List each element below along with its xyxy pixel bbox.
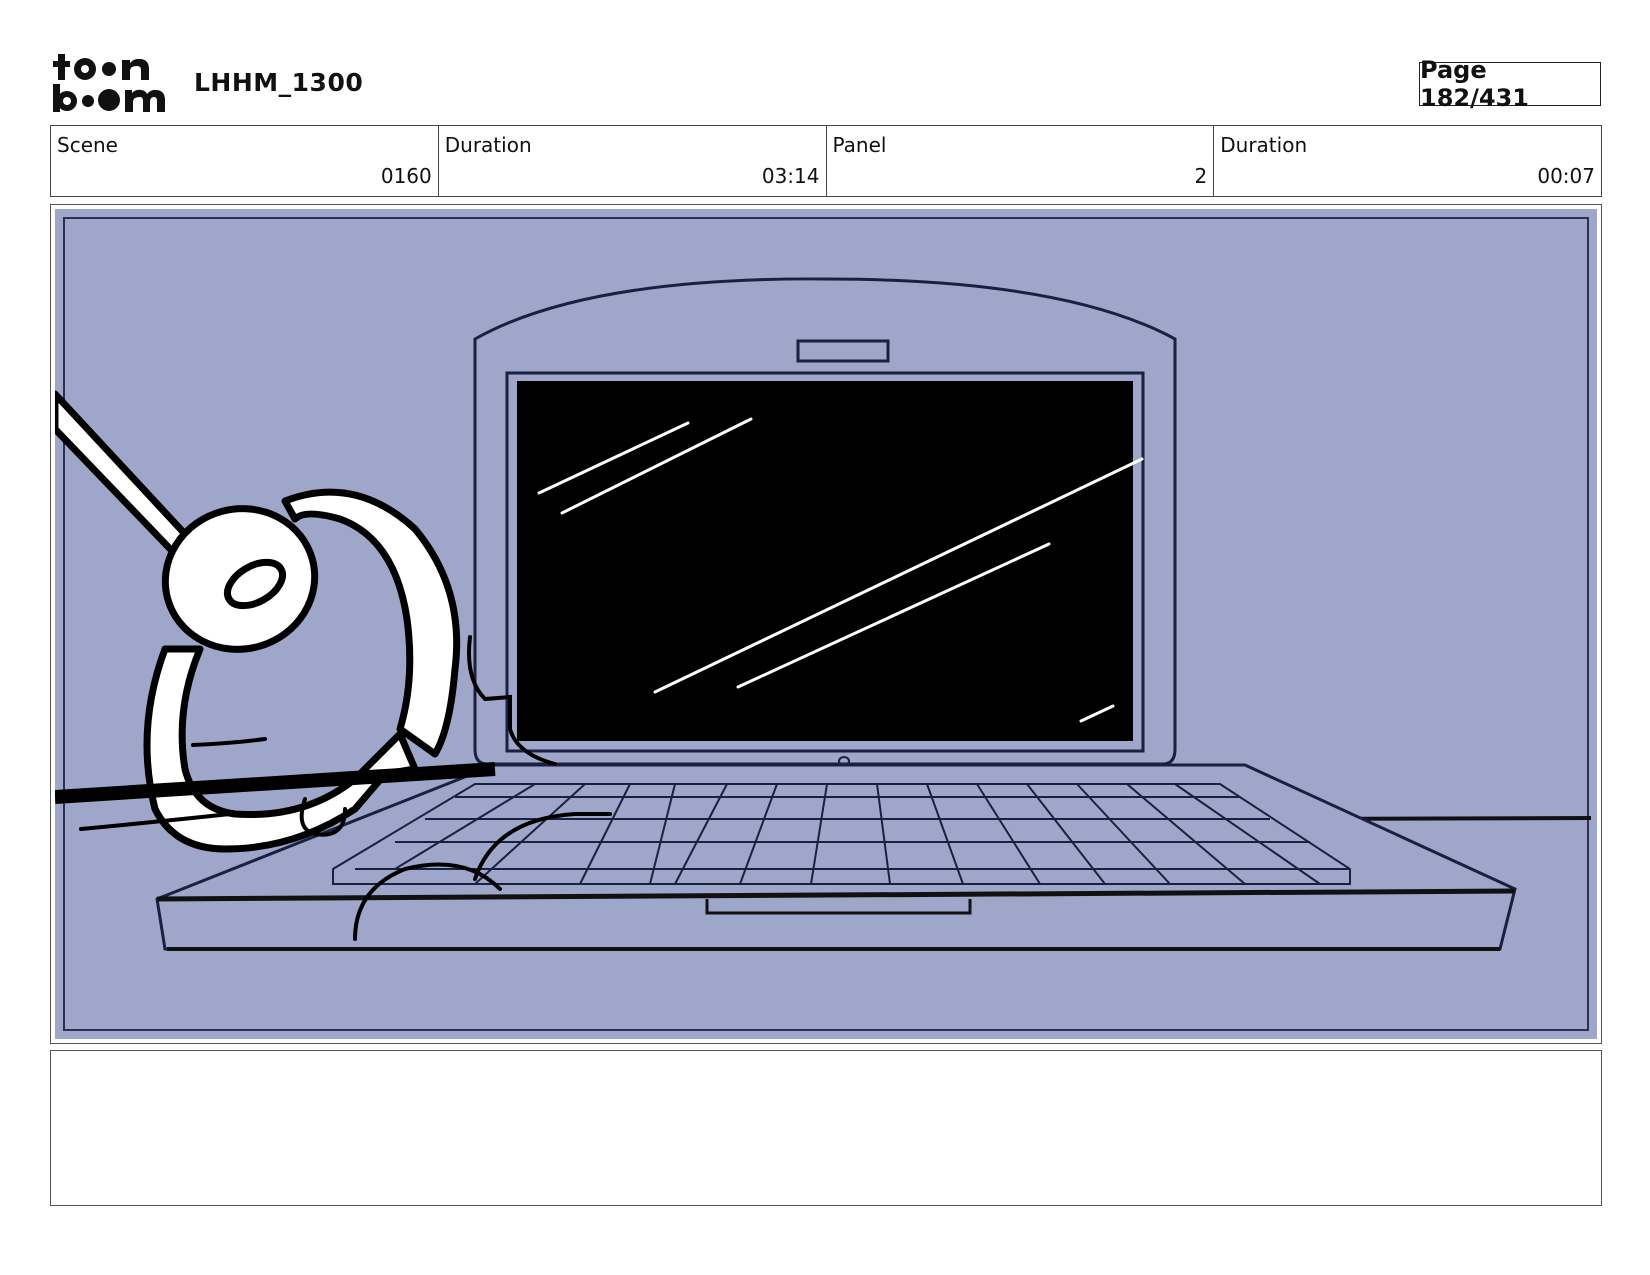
panel-duration-label: Duration <box>1220 133 1308 157</box>
storyboard-panel <box>50 204 1602 1044</box>
panel-duration-value: 00:07 <box>1537 164 1595 188</box>
panel-duration-cell: Duration 00:07 <box>1214 126 1601 196</box>
panel-label: Panel <box>832 133 887 157</box>
project-title: LHHM_1300 <box>194 68 364 97</box>
scene-duration-cell: Duration 03:14 <box>439 126 827 196</box>
toonboom-logo <box>52 52 170 116</box>
toonboom-logo-icon <box>53 54 165 112</box>
scene-info-table: Scene 0160 Duration 03:14 Panel 2 Durati… <box>50 125 1602 197</box>
panel-cell: Panel 2 <box>827 126 1215 196</box>
notes-area <box>50 1050 1602 1206</box>
panel-value: 2 <box>1194 164 1208 188</box>
scene-cell: Scene 0160 <box>51 126 439 196</box>
scene-value: 0160 <box>380 164 432 188</box>
laptop-sketch-image <box>55 209 1597 1039</box>
scene-label: Scene <box>57 133 118 157</box>
scene-duration-label: Duration <box>444 133 532 157</box>
page-indicator: Page 182/431 <box>1419 56 1601 112</box>
scene-duration-value: 03:14 <box>761 164 820 188</box>
